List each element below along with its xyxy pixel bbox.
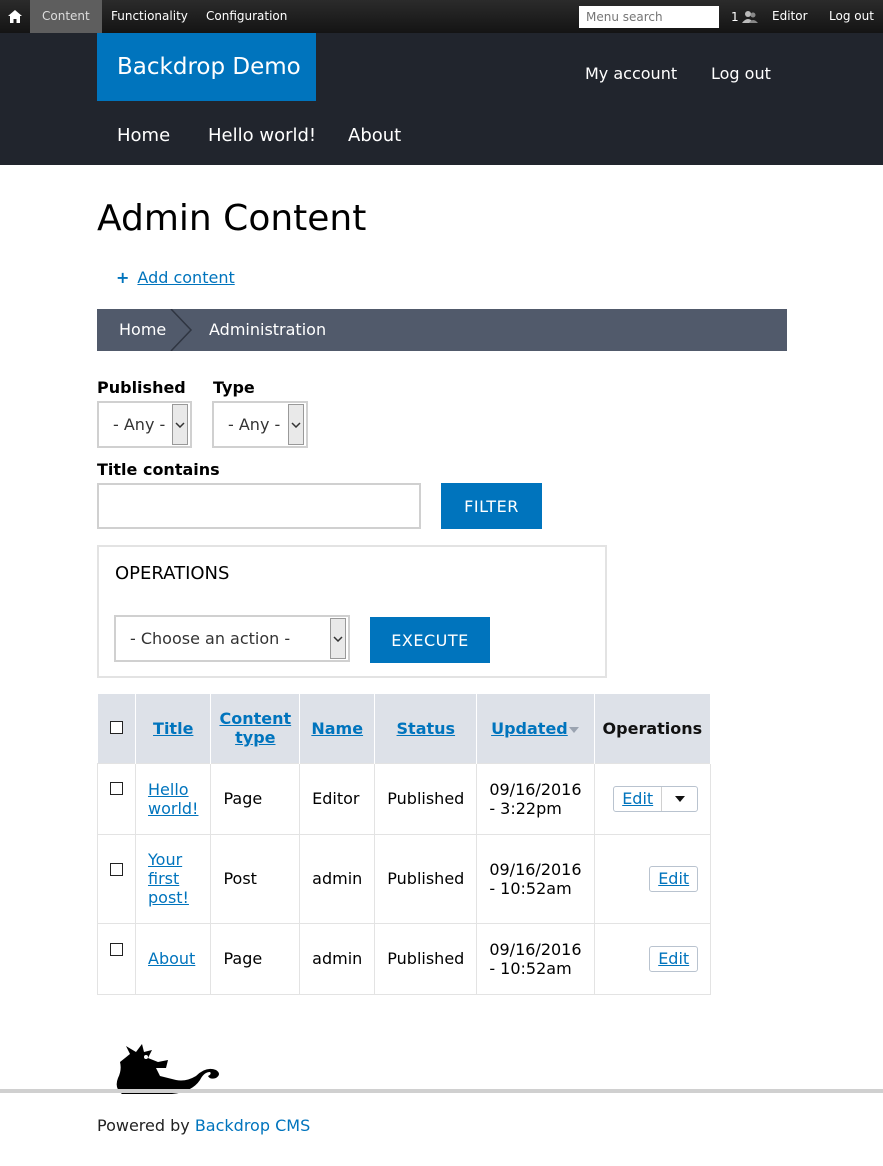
- sort-status-link[interactable]: Status: [397, 719, 456, 738]
- operations-title: OPERATIONS: [115, 563, 230, 584]
- site-header: Backdrop Demo My account Log out Home He…: [0, 33, 883, 165]
- row-updated: 09/16/2016 - 3:22pm: [476, 762, 595, 835]
- row-title-link[interactable]: Your first post!: [148, 850, 189, 907]
- admin-logout-link[interactable]: Log out: [829, 0, 874, 33]
- sort-descending-icon: [568, 726, 579, 733]
- sort-content-type-link[interactable]: Content type: [219, 709, 291, 747]
- type-select-value: - Any -: [228, 415, 281, 434]
- published-label: Published: [97, 378, 186, 397]
- users-online: 1: [731, 0, 758, 33]
- powered-by-text: Powered by: [97, 1116, 190, 1135]
- published-select-value: - Any -: [113, 415, 166, 434]
- row-name: Editor: [299, 762, 376, 835]
- users-icon: [741, 10, 758, 23]
- plus-icon: +: [116, 268, 130, 287]
- breadcrumb: Home Administration: [97, 309, 787, 351]
- row-operations-cell: Edit: [593, 833, 712, 924]
- content-table: Title Content type Name Status Updated O…: [97, 694, 712, 995]
- row-status: Published: [374, 833, 478, 924]
- row-title-cell: Hello world!: [134, 762, 212, 835]
- row-title-cell: About: [134, 922, 212, 995]
- row-updated: 09/16/2016 - 10:52am: [476, 833, 595, 924]
- edit-dropbutton: Edit: [613, 785, 699, 812]
- row-type: Page: [210, 762, 301, 835]
- breadcrumb-home[interactable]: Home: [119, 309, 166, 351]
- row-operations-cell: Edit: [593, 922, 712, 995]
- row-type: Post: [210, 833, 301, 924]
- breadcrumb-administration: Administration: [209, 320, 327, 339]
- page-title: Admin Content: [97, 198, 367, 239]
- footer-powered-by: Powered by Backdrop CMS: [97, 1116, 310, 1135]
- table-row: About Page admin Published 09/16/2016 - …: [97, 922, 712, 995]
- row-status: Published: [374, 922, 478, 995]
- edit-dropbutton: Edit: [649, 865, 699, 892]
- table-header-row: Title Content type Name Status Updated O…: [97, 694, 712, 763]
- sort-title-link[interactable]: Title: [153, 719, 193, 738]
- row-title-cell: Your first post!: [134, 833, 212, 924]
- add-content-action[interactable]: + Add content: [116, 268, 235, 287]
- edit-button[interactable]: Edit: [650, 869, 697, 888]
- type-select[interactable]: - Any -: [212, 401, 308, 448]
- admin-menu-configuration[interactable]: Configuration: [206, 0, 287, 33]
- header-updated: Updated: [476, 694, 595, 763]
- nav-item-about[interactable]: About: [348, 125, 401, 146]
- add-content-link[interactable]: Add content: [137, 268, 234, 287]
- header-status: Status: [374, 694, 478, 763]
- edit-button[interactable]: Edit: [650, 949, 697, 968]
- table-row: Hello world! Page Editor Published 09/16…: [97, 762, 712, 835]
- logout-link[interactable]: Log out: [711, 33, 771, 115]
- row-checkbox[interactable]: [110, 862, 123, 876]
- header-title: Title: [135, 694, 212, 763]
- header-operations: Operations: [594, 694, 712, 763]
- sort-name-link[interactable]: Name: [311, 719, 363, 738]
- chevron-down-icon: [288, 404, 304, 445]
- my-account-link[interactable]: My account: [585, 33, 677, 115]
- row-checkbox[interactable]: [110, 781, 123, 795]
- select-all-header: [97, 694, 136, 763]
- edit-dropbutton: Edit: [649, 945, 699, 972]
- edit-button[interactable]: Edit: [614, 789, 661, 808]
- execute-button[interactable]: EXECUTE: [370, 617, 490, 663]
- row-select-cell: [97, 922, 136, 995]
- admin-toolbar: Content Functionality Configuration 1 Ed…: [0, 0, 883, 33]
- row-status: Published: [374, 762, 478, 835]
- menu-search-input[interactable]: [579, 6, 719, 28]
- nav-item-home[interactable]: Home: [117, 125, 170, 146]
- site-name[interactable]: Backdrop Demo: [97, 33, 316, 101]
- action-select[interactable]: - Choose an action -: [114, 615, 350, 662]
- published-select[interactable]: - Any -: [97, 401, 192, 448]
- nav-item-hello-world[interactable]: Hello world!: [208, 125, 316, 146]
- admin-menu-functionality[interactable]: Functionality: [111, 0, 188, 33]
- header-content-type: Content type: [210, 694, 301, 763]
- caret-down-icon[interactable]: [661, 786, 697, 811]
- breadcrumb-separator-icon: [170, 309, 193, 351]
- home-icon[interactable]: [0, 0, 30, 33]
- select-all-checkbox[interactable]: [109, 720, 123, 734]
- row-select-cell: [97, 762, 136, 835]
- row-select-cell: [97, 833, 136, 924]
- sort-updated-link[interactable]: Updated: [491, 719, 568, 738]
- footer-divider: [0, 1089, 883, 1093]
- chevron-down-icon: [172, 404, 188, 445]
- header-name: Name: [299, 694, 376, 763]
- row-name: admin: [299, 833, 376, 924]
- action-select-value: - Choose an action -: [130, 629, 291, 648]
- admin-menu-content[interactable]: Content: [30, 0, 102, 33]
- row-updated: 09/16/2016 - 10:52am: [476, 922, 595, 995]
- row-name: admin: [299, 922, 376, 995]
- backdrop-cms-link[interactable]: Backdrop CMS: [195, 1116, 310, 1135]
- row-type: Page: [210, 922, 301, 995]
- chevron-down-icon: [330, 618, 346, 659]
- title-contains-label: Title contains: [97, 460, 220, 479]
- title-contains-input[interactable]: [97, 483, 421, 529]
- row-checkbox[interactable]: [110, 942, 123, 956]
- row-title-link[interactable]: About: [148, 949, 195, 968]
- filter-button[interactable]: FILTER: [441, 483, 542, 529]
- type-label: Type: [213, 378, 255, 397]
- row-title-link[interactable]: Hello world!: [148, 780, 198, 818]
- row-operations-cell: Edit: [593, 762, 712, 835]
- table-row: Your first post! Post admin Published 09…: [97, 833, 712, 924]
- admin-user-link[interactable]: Editor: [772, 0, 808, 33]
- user-count: 1: [731, 9, 739, 24]
